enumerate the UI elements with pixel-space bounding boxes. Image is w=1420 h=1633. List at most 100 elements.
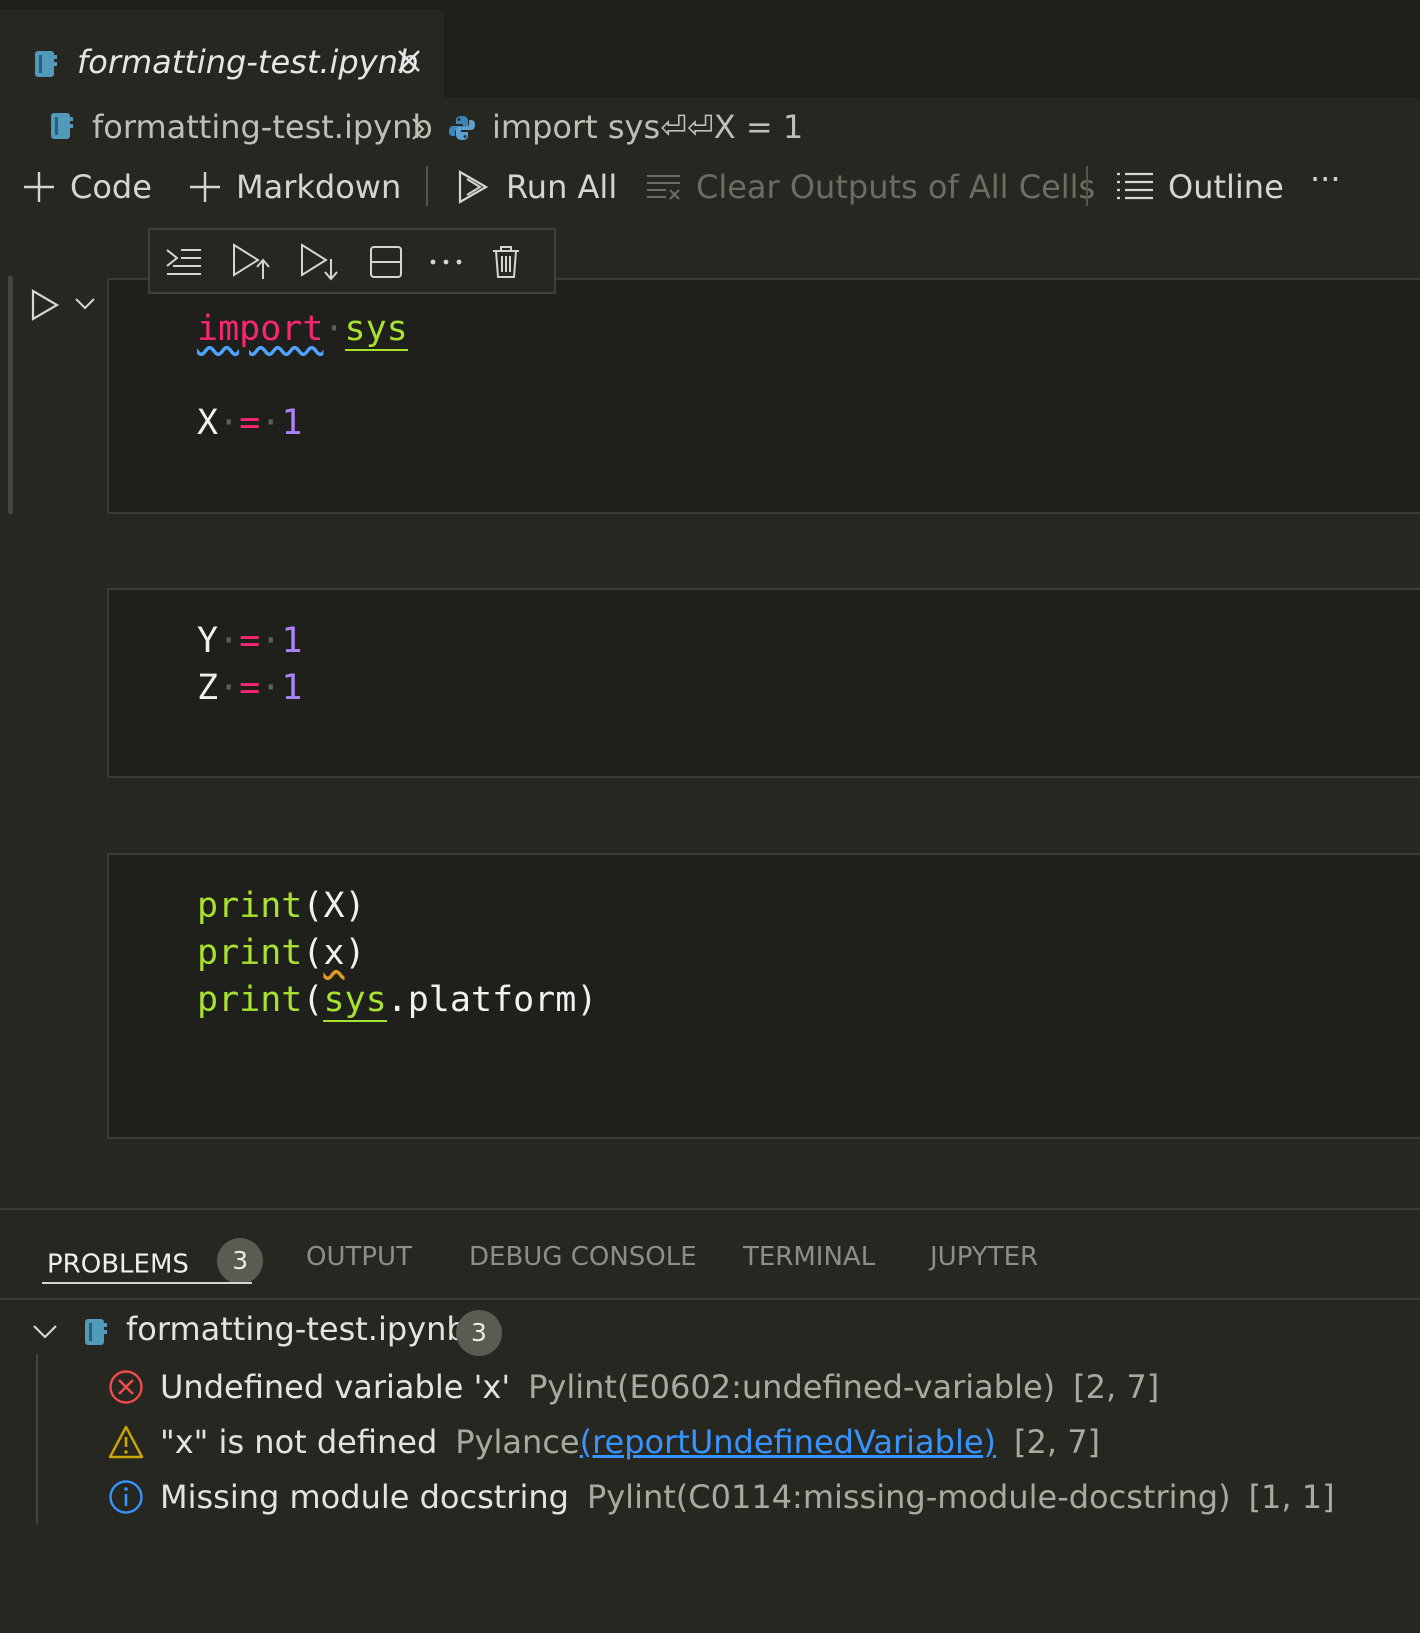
plus-icon <box>190 172 220 202</box>
token-variable: x <box>323 933 345 973</box>
clear-outputs-label: Clear Outputs of All Cells <box>696 168 1096 206</box>
more-actions-button[interactable]: ··· <box>1310 152 1341 206</box>
add-code-cell-button[interactable]: Code <box>22 160 152 214</box>
problem-item[interactable]: "x" is not defined Pylance (reportUndefin… <box>108 1415 1408 1469</box>
token-paren: ( <box>302 886 324 926</box>
token-operator: = <box>239 403 261 443</box>
run-by-line-icon <box>166 249 201 275</box>
code-cell[interactable]: print(X) print(x) print(sys.platform) <box>107 853 1420 1139</box>
bottom-panel: PROBLEMS 3 OUTPUT DEBUG CONSOLE TERMINAL… <box>0 1208 1420 1633</box>
token-keyword: import <box>197 309 324 349</box>
whitespace-marker: · <box>260 668 282 708</box>
cell-more-button[interactable] <box>426 244 466 280</box>
cell-toolbar <box>148 228 556 294</box>
whitespace-marker: · <box>218 621 240 661</box>
token-paren: ) <box>344 933 366 973</box>
tab-debug-console[interactable]: DEBUG CONSOLE <box>469 1242 697 1272</box>
panel-divider <box>0 1298 1420 1300</box>
whitespace-marker: · <box>218 668 240 708</box>
problem-item[interactable]: Missing module docstring Pylint(C0114:mi… <box>108 1470 1408 1524</box>
add-markdown-label: Markdown <box>236 168 402 206</box>
whitespace-marker: · <box>218 403 240 443</box>
problem-rule-link[interactable]: (reportUndefinedVariable) <box>580 1423 996 1461</box>
code-cell[interactable]: import·sys X·=·1 <box>107 278 1420 514</box>
focus-indicator <box>8 276 13 514</box>
info-circle-icon <box>109 1480 143 1514</box>
add-code-label: Code <box>70 168 152 206</box>
python-icon <box>448 114 476 146</box>
trash-icon <box>493 246 519 278</box>
notebook-icon <box>34 50 58 82</box>
outline-button[interactable]: Outline <box>1116 160 1284 214</box>
token-variable: X <box>197 403 219 443</box>
problem-source: Pylance <box>455 1423 580 1461</box>
notebook-icon <box>84 1318 108 1350</box>
error-circle-icon <box>109 1370 143 1404</box>
add-markdown-cell-button[interactable]: Markdown <box>188 160 401 214</box>
clear-outputs-button[interactable]: Clear Outputs of All Cells <box>646 160 1095 214</box>
token-paren: ( <box>302 933 324 973</box>
breadcrumb: formatting-test.ipynb import sys⏎⏎X = 1 <box>0 98 1420 156</box>
plus-icon <box>24 172 54 202</box>
run-by-line-button[interactable] <box>164 244 204 280</box>
token-operator: = <box>239 621 261 661</box>
breadcrumb-symbol[interactable]: import sys⏎⏎X = 1 <box>492 108 803 146</box>
notebook-toolbar: Code Markdown Run All Clear Outputs of A… <box>0 160 1420 218</box>
problem-message: "x" is not defined <box>160 1423 438 1461</box>
close-icon[interactable] <box>396 48 422 74</box>
problem-position: [1, 1] <box>1248 1478 1335 1516</box>
problem-source: Pylint(E0602:undefined-variable) <box>528 1368 1056 1406</box>
run-below-icon <box>301 243 338 281</box>
token-variable: Z <box>197 668 219 708</box>
tab-terminal[interactable]: TERMINAL <box>743 1242 875 1272</box>
token-paren: ) <box>576 980 598 1020</box>
clear-all-icon <box>647 175 680 200</box>
token-number: 1 <box>281 621 303 661</box>
code-line[interactable]: import·sys <box>197 306 408 353</box>
problem-item[interactable]: Undefined variable 'x' Pylint(E0602:unde… <box>108 1360 1408 1414</box>
code-cell[interactable]: Y·=·1 Z·=·1 <box>107 588 1420 778</box>
tab-output[interactable]: OUTPUT <box>306 1242 412 1272</box>
split-cell-button[interactable] <box>366 244 406 280</box>
run-all-label: Run All <box>506 168 618 206</box>
chevron-down-icon[interactable] <box>32 1324 58 1344</box>
execute-below-button[interactable] <box>300 243 340 281</box>
chevron-down-icon[interactable] <box>74 296 96 315</box>
play-icon <box>31 289 60 321</box>
toolbar-divider <box>426 166 428 206</box>
chevron-right-icon <box>410 116 426 146</box>
run-all-button[interactable]: Run All <box>456 160 617 214</box>
whitespace-marker: · <box>323 309 345 349</box>
editor-tab-active[interactable]: formatting-test.ipynb <box>0 10 444 98</box>
execute-above-button[interactable] <box>232 243 272 280</box>
token-function: print <box>197 980 303 1020</box>
code-line[interactable]: print(sys.platform) <box>197 977 597 1024</box>
code-line[interactable]: print(X) <box>197 883 366 930</box>
execute-cell-button[interactable] <box>30 288 60 326</box>
problems-file-row[interactable]: formatting-test.ipynb 3 <box>0 1306 1420 1360</box>
delete-cell-button[interactable] <box>486 244 526 280</box>
token-paren: ( <box>302 980 324 1020</box>
file-problems-badge: 3 <box>456 1310 502 1356</box>
problems-file-name: formatting-test.ipynb <box>126 1310 467 1348</box>
problem-source: Pylint(C0114:missing-module-docstring) <box>586 1478 1231 1516</box>
code-line[interactable]: Y·=·1 <box>197 618 302 665</box>
whitespace-marker: · <box>260 403 282 443</box>
warning-triangle-icon <box>108 1425 144 1459</box>
token-variable: X <box>323 886 345 926</box>
tab-jupyter[interactable]: JUPYTER <box>930 1242 1038 1272</box>
token-variable: Y <box>197 621 219 661</box>
code-line[interactable]: Z·=·1 <box>197 665 302 712</box>
code-line[interactable]: print(x) <box>197 930 366 977</box>
token-attribute: .platform <box>386 980 577 1020</box>
token-operator: = <box>239 668 261 708</box>
problem-message: Undefined variable 'x' <box>160 1368 511 1406</box>
problem-position: [2, 7] <box>1073 1368 1160 1406</box>
breadcrumb-file[interactable]: formatting-test.ipynb <box>92 108 433 146</box>
token-module: sys <box>323 980 387 1022</box>
token-function: print <box>197 886 303 926</box>
notebook-icon <box>50 112 74 144</box>
split-cell-icon <box>370 246 402 278</box>
code-line[interactable]: X·=·1 <box>197 400 302 447</box>
editor-tab-strip: formatting-test.ipynb <box>0 0 1420 98</box>
